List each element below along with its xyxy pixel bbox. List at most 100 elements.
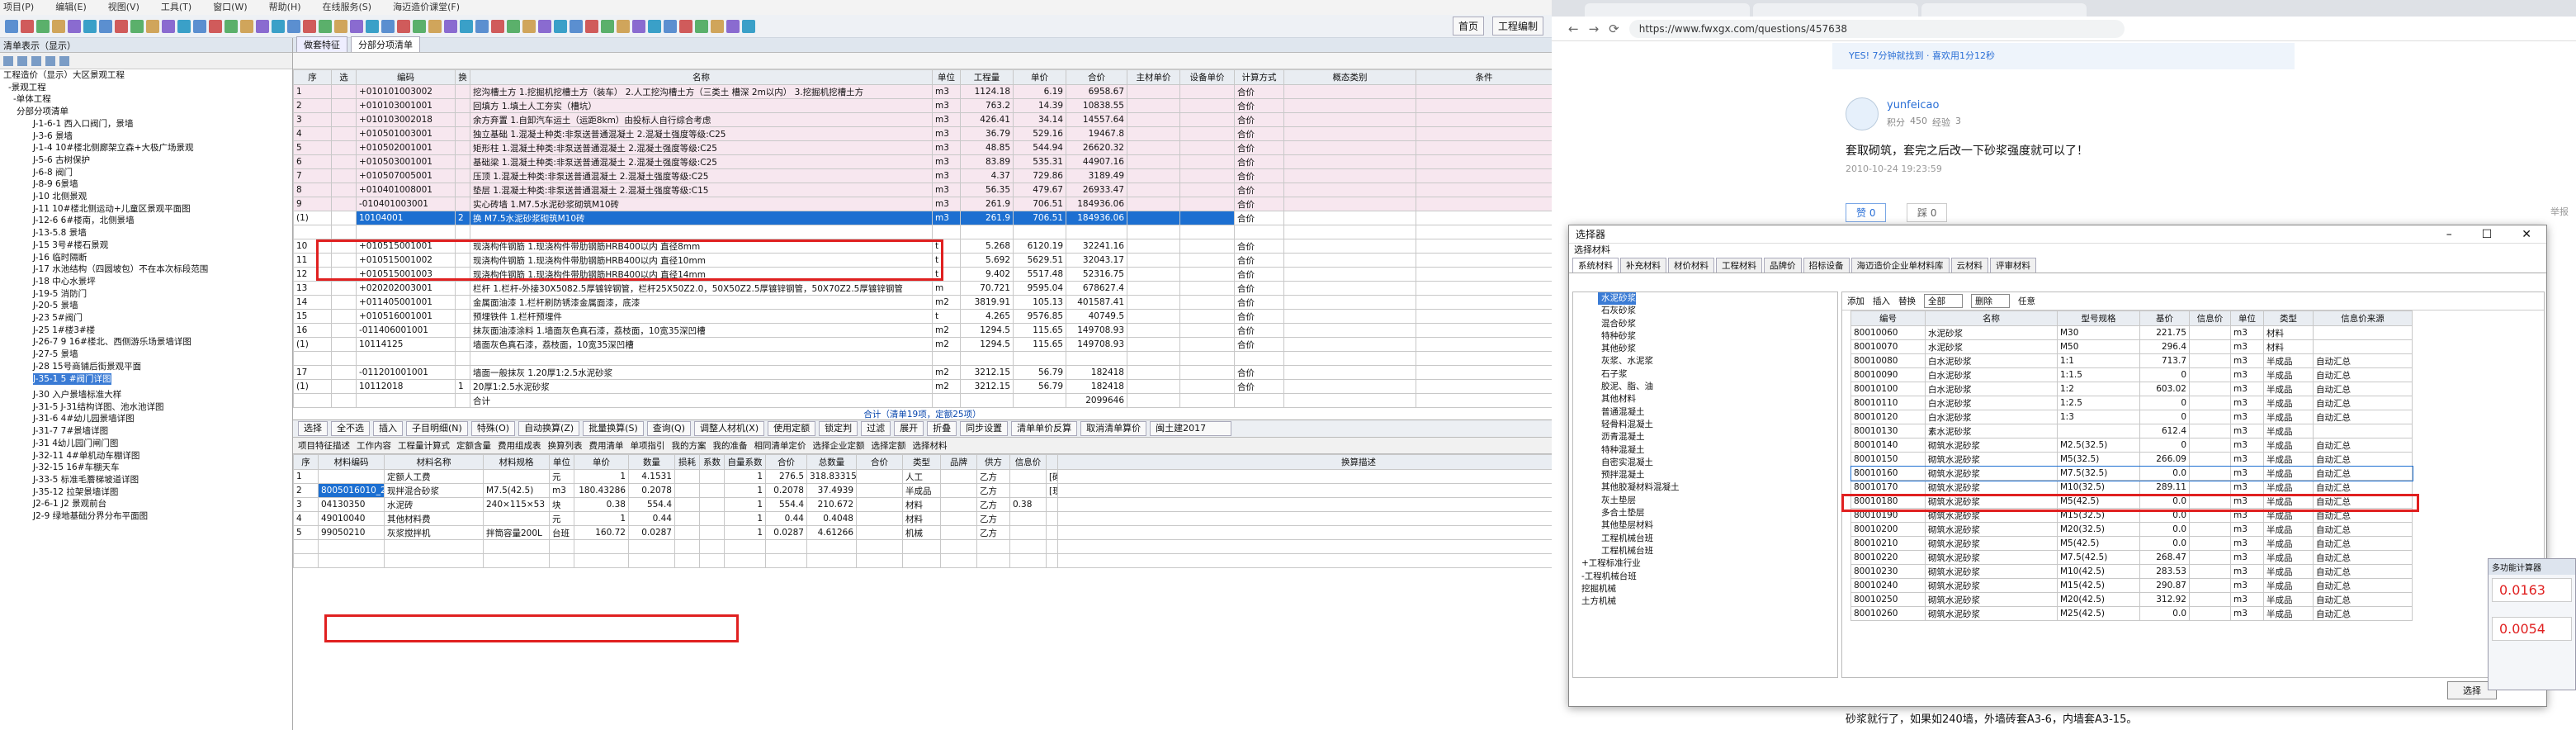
- table-cell[interactable]: 水泥砂浆: [1925, 325, 2058, 340]
- grid-column-header[interactable]: 名称: [470, 69, 933, 85]
- table-cell[interactable]: [1416, 84, 1553, 99]
- table-cell[interactable]: m3: [2230, 382, 2264, 396]
- table-cell[interactable]: m3: [2230, 536, 2264, 551]
- category-item[interactable]: 沥青混凝土: [1573, 431, 1837, 443]
- table-cell[interactable]: [1416, 281, 1553, 296]
- table-cell[interactable]: [1283, 323, 1416, 338]
- report-link[interactable]: 举报: [2550, 205, 2569, 218]
- table-cell[interactable]: 半成品: [2263, 564, 2314, 579]
- table-cell[interactable]: 34.14: [1013, 112, 1066, 127]
- table-cell[interactable]: [2189, 578, 2231, 593]
- table-cell[interactable]: [674, 497, 700, 512]
- category-group[interactable]: -工程机械台班: [1573, 571, 1837, 583]
- table-cell[interactable]: 砌筑水泥砂浆: [1925, 480, 2058, 495]
- table-cell[interactable]: 5629.51: [1013, 253, 1066, 268]
- table-cell[interactable]: 70.721: [960, 281, 1014, 296]
- table-cell[interactable]: 定额人工费: [384, 469, 484, 484]
- maximize-icon[interactable]: ☐: [2482, 228, 2493, 241]
- table-cell[interactable]: 180.43286: [574, 483, 629, 498]
- table-cell[interactable]: [455, 140, 470, 155]
- table-cell[interactable]: [1127, 182, 1180, 197]
- table-cell[interactable]: [455, 98, 470, 113]
- detail-column-header[interactable]: 材料名称: [384, 454, 484, 470]
- material-column-header[interactable]: 单位: [2230, 310, 2264, 326]
- table-cell[interactable]: 基础梁 1.混凝土种类:非泵送普通混凝土 2.混凝土强度等级:C25: [470, 154, 933, 169]
- tree-item[interactable]: -景观工程: [0, 82, 292, 94]
- tree-item[interactable]: J-23 5#阀门: [0, 312, 292, 325]
- action-button[interactable]: 展开: [894, 421, 924, 436]
- table-cell[interactable]: 合价: [1234, 84, 1284, 99]
- table-cell[interactable]: [331, 126, 357, 141]
- table-cell[interactable]: 2: [455, 211, 470, 225]
- table-cell[interactable]: 自动汇总: [2313, 578, 2413, 593]
- table-cell[interactable]: 元: [549, 469, 574, 484]
- toolbar-icon[interactable]: [428, 19, 442, 33]
- table-cell[interactable]: [2189, 522, 2231, 537]
- table-cell[interactable]: 乙方: [976, 525, 1010, 540]
- toolbar-icon[interactable]: [585, 19, 598, 33]
- table-cell[interactable]: [2189, 438, 2231, 453]
- table-cell[interactable]: m3: [2230, 396, 2264, 410]
- table-cell[interactable]: 台班: [549, 525, 574, 540]
- table-cell[interactable]: 砌筑水泥砂浆: [1925, 452, 2058, 467]
- table-cell[interactable]: [1416, 154, 1553, 169]
- table-cell[interactable]: [1179, 168, 1235, 183]
- tree-item[interactable]: J-28 15号商铺后街景观平面: [0, 361, 292, 373]
- toolbar-icon[interactable]: [303, 19, 316, 33]
- table-cell[interactable]: 5517.48: [1013, 267, 1066, 282]
- table-cell[interactable]: [1283, 182, 1416, 197]
- table-cell[interactable]: m3: [2230, 522, 2264, 537]
- toolbar-icon[interactable]: [334, 19, 347, 33]
- detail-tab[interactable]: 我的方案: [672, 439, 707, 452]
- dialog-tab[interactable]: 材价材料: [1668, 258, 1714, 273]
- toolbar-icon[interactable]: [162, 19, 175, 33]
- material-row[interactable]: 80010150 砌筑水泥砂浆 M5(32.5) 266.09 m3 半成品 自动汇总: [1850, 452, 2413, 467]
- table-cell[interactable]: 乙方: [976, 469, 1010, 484]
- table-cell[interactable]: [856, 525, 903, 540]
- table-cell[interactable]: 半成品: [2263, 480, 2314, 495]
- material-tool-button[interactable]: 替换: [1898, 295, 1916, 307]
- table-cell[interactable]: 529.16: [1013, 126, 1066, 141]
- table-cell[interactable]: 37.4939: [806, 483, 857, 498]
- table-cell[interactable]: 729.86: [1013, 168, 1066, 183]
- close-icon[interactable]: ✕: [2522, 228, 2531, 241]
- table-cell[interactable]: 80010230: [1850, 564, 1926, 579]
- table-row[interactable]: 17 -011201001001 墙面一般抹灰 1.20厚1:2.5水泥砂浆 m2 32…: [293, 365, 1553, 380]
- category-item[interactable]: 特种混凝土: [1573, 444, 1837, 457]
- table-cell[interactable]: 其他材料费: [384, 511, 484, 526]
- table-cell[interactable]: [1179, 337, 1235, 352]
- material-row[interactable]: 80010110 白水泥砂浆 1:2.5 0 m3 半成品 自动汇总: [1850, 396, 2413, 410]
- toolbar-icon[interactable]: [99, 19, 112, 33]
- table-cell[interactable]: 289.11: [2139, 480, 2190, 495]
- tree-item[interactable]: J-13-5.8 景墙: [0, 227, 292, 239]
- table-row[interactable]: 8 +010401008001 垫层 1.混凝土种类:非泵送普通混凝土 2.混凝土强…: [293, 182, 1553, 197]
- table-cell[interactable]: 自动汇总: [2313, 564, 2413, 579]
- tree-item[interactable]: J-31 4幼儿园门闸门图: [0, 438, 292, 450]
- table-cell[interactable]: [455, 154, 470, 169]
- menu-item[interactable]: 工具(T): [161, 0, 191, 15]
- tree-item[interactable]: J-1-4 10#楼北侧廊架立森+大极广场景观: [0, 142, 292, 154]
- table-cell[interactable]: [699, 497, 725, 512]
- tree-item[interactable]: J-25 1#楼3#楼: [0, 325, 292, 337]
- table-cell[interactable]: 80010240: [1850, 578, 1926, 593]
- table-cell[interactable]: [1046, 497, 1058, 512]
- standard-dropdown[interactable]: 闽土建2017: [1150, 421, 1232, 436]
- table-cell[interactable]: 535.31: [1013, 154, 1066, 169]
- category-item[interactable]: 混合砂浆: [1573, 318, 1837, 330]
- table-cell[interactable]: [856, 497, 903, 512]
- table-cell[interactable]: [1179, 182, 1235, 197]
- table-cell[interactable]: [674, 483, 700, 498]
- tree-tool-icon[interactable]: [17, 55, 27, 66]
- table-cell[interactable]: [1416, 112, 1553, 127]
- table-cell[interactable]: 1:3: [2057, 410, 2140, 424]
- table-cell[interactable]: 56.79: [1013, 365, 1066, 380]
- table-cell[interactable]: [331, 211, 357, 225]
- table-cell[interactable]: [1127, 84, 1180, 99]
- table-cell[interactable]: 0.0: [2139, 466, 2190, 481]
- table-cell[interactable]: 合价: [1234, 239, 1284, 254]
- action-button[interactable]: 使用定额: [768, 421, 816, 436]
- toolbar-icon[interactable]: [130, 19, 144, 33]
- table-cell[interactable]: 砌筑水泥砂浆: [1925, 438, 2058, 453]
- table-cell[interactable]: 回填方 1.填土人工夯实（槽坑）: [470, 98, 933, 113]
- toolbar-icon[interactable]: [209, 19, 222, 33]
